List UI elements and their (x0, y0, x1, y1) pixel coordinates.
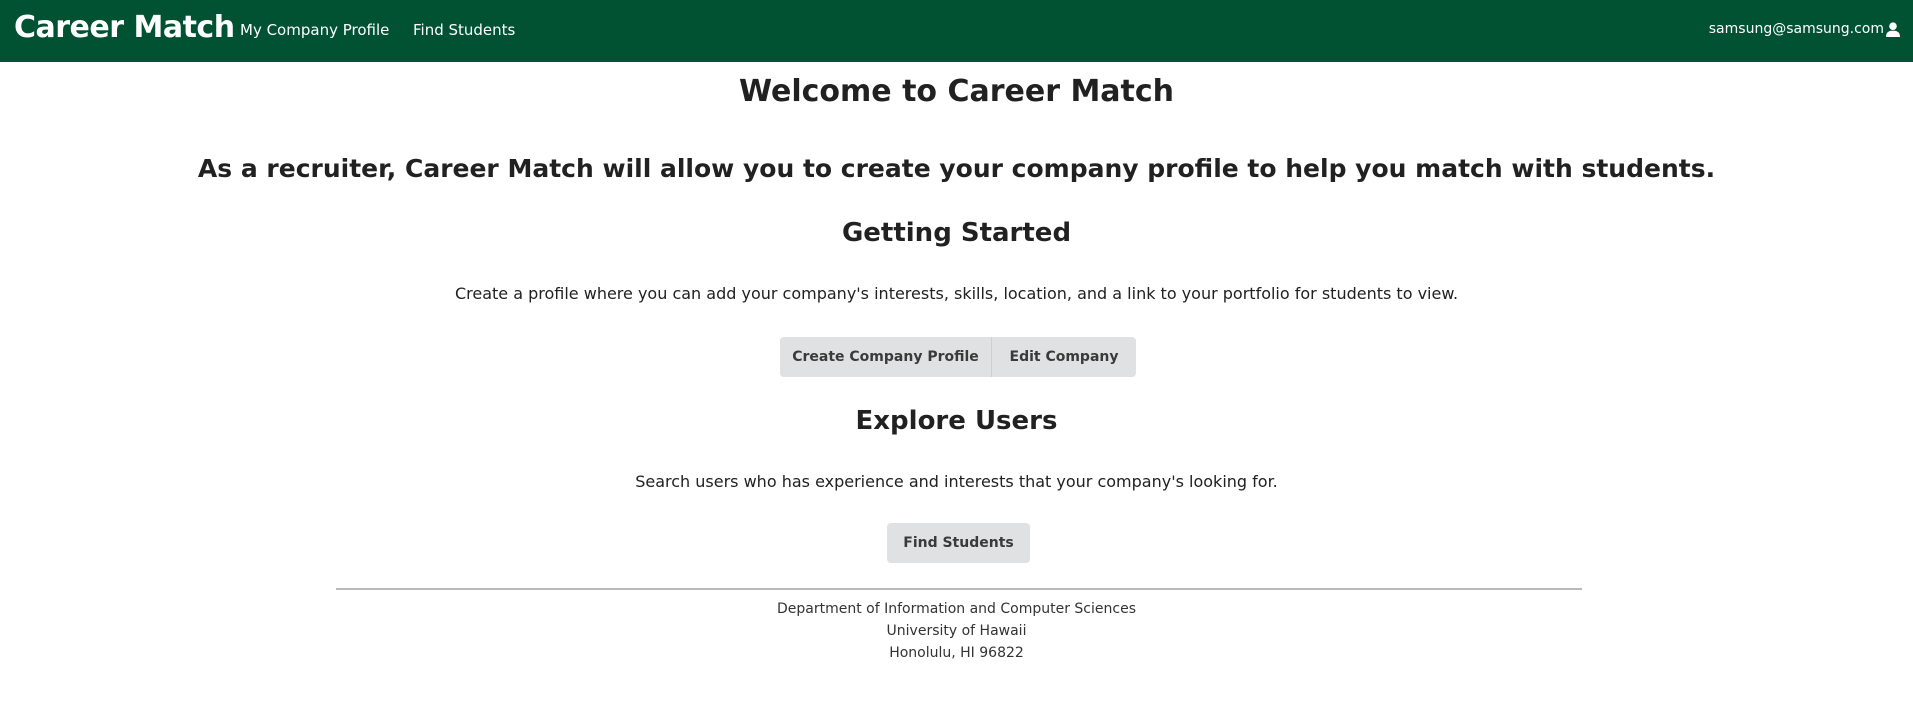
explore-users-text: Search users who has experience and inte… (635, 472, 1278, 491)
footer-divider (336, 588, 1582, 590)
explore-users-heading: Explore Users (855, 406, 1058, 436)
footer-department: Department of Information and Computer S… (776, 601, 1136, 617)
getting-started-heading: Getting Started (841, 218, 1072, 248)
footer-address: Honolulu, HI 96822 (889, 645, 1024, 661)
profile-button-group: Create Company Profile Edit Company (780, 337, 1136, 377)
top-navbar: Career Match My Company Profile Find Stu… (0, 0, 1913, 62)
create-company-profile-button[interactable]: Create Company Profile (780, 337, 992, 377)
nav-link-my-company-profile[interactable]: My Company Profile (240, 21, 389, 39)
user-menu-dropdown[interactable]: samsung@samsung.com (1709, 20, 1901, 38)
page-subtitle: As a recruiter, Career Match will allow … (197, 154, 1716, 183)
find-students-button[interactable]: Find Students (887, 523, 1030, 563)
user-icon (1885, 21, 1901, 37)
brand-logo-link[interactable]: Career Match (14, 12, 235, 44)
edit-company-button[interactable]: Edit Company (992, 337, 1136, 377)
getting-started-text: Create a profile where you can add your … (454, 284, 1459, 303)
user-email: samsung@samsung.com (1708, 21, 1884, 37)
nav-link-find-students[interactable]: Find Students (413, 21, 515, 39)
footer-university: University of Hawaii (886, 623, 1027, 639)
page-title: Welcome to Career Match (738, 74, 1175, 109)
